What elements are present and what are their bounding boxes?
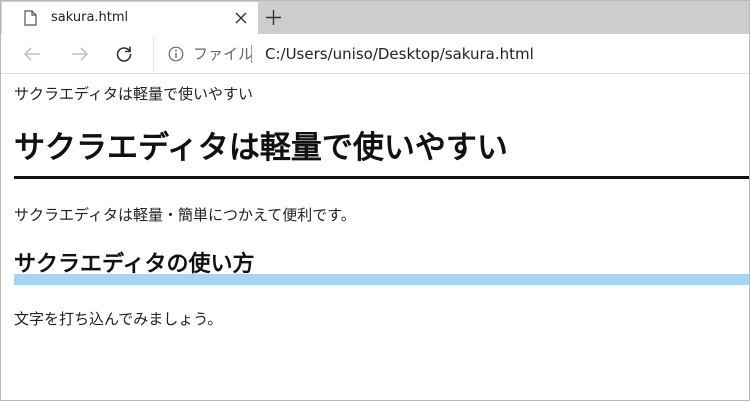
arrow-left-icon[interactable] — [22, 44, 42, 64]
arrow-right-icon[interactable] — [70, 44, 90, 64]
paragraph-body: 文字を打ち込んでみましょう。 — [14, 310, 223, 328]
document-icon — [24, 10, 37, 26]
address-bar[interactable]: ファイル C:/Users/uniso/Desktop/sakura.html — [153, 37, 749, 71]
url-text[interactable]: C:/Users/uniso/Desktop/sakura.html — [265, 45, 534, 63]
paragraph-top: サクラエディタは軽量で使いやすい — [14, 85, 253, 103]
tab-sakura[interactable]: sakura.html — [2, 2, 258, 34]
scheme-label: ファイル — [193, 45, 254, 63]
page-content: サクラエディタは軽量で使いやすい サクラエディタは軽量で使いやすい サクラエディ… — [1, 75, 749, 400]
heading-1: サクラエディタは軽量で使いやすい — [14, 130, 508, 166]
plus-icon[interactable] — [265, 9, 282, 26]
reload-icon[interactable] — [114, 44, 134, 64]
close-icon[interactable] — [235, 12, 247, 24]
heading-2: サクラエディタの使い方 — [14, 252, 255, 277]
tab-strip: sakura.html — [1, 1, 749, 34]
browser-window: sakura.html ファイル C:/Users/uniso/Desktop/… — [0, 0, 750, 401]
tab-title: sakura.html — [51, 10, 129, 25]
toolbar: ファイル C:/Users/uniso/Desktop/sakura.html — [1, 34, 749, 74]
paragraph-intro: サクラエディタは軽量・簡単につかえて便利です。 — [14, 206, 356, 224]
address-separator — [251, 45, 252, 63]
heading-1-underline — [14, 176, 749, 179]
info-icon[interactable] — [168, 46, 184, 62]
